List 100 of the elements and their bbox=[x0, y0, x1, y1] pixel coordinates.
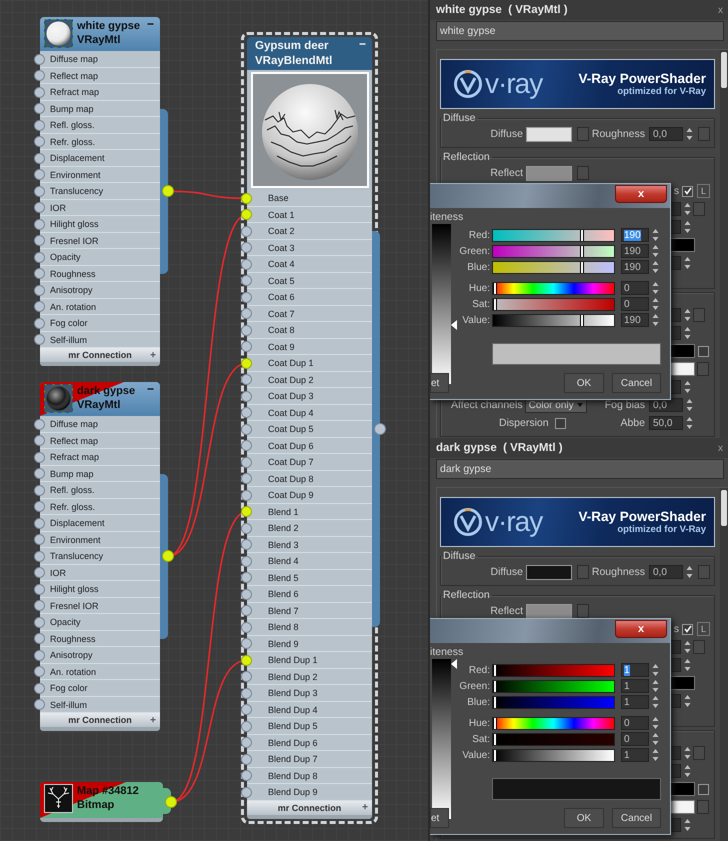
input-socket[interactable] bbox=[34, 584, 45, 594]
lock-button[interactable]: L bbox=[697, 184, 710, 198]
slot-row[interactable]: Bump map bbox=[34, 466, 160, 482]
plus-icon[interactable]: + bbox=[362, 802, 368, 813]
input-socket[interactable] bbox=[241, 242, 252, 253]
slot-row[interactable]: Coat 4 bbox=[241, 256, 372, 272]
spinner-arrows-icon[interactable] bbox=[684, 326, 691, 340]
slot-row[interactable]: IOR bbox=[34, 200, 160, 216]
input-socket[interactable] bbox=[34, 136, 45, 147]
slot-row[interactable]: Refract map bbox=[34, 84, 160, 100]
spinner-arrows-icon[interactable] bbox=[684, 640, 691, 654]
slot-row[interactable]: Diffuse map bbox=[34, 51, 160, 68]
node-header[interactable]: Gypsum deer VRayBlendMtl − bbox=[247, 37, 372, 70]
close-button[interactable]: x bbox=[615, 620, 667, 638]
value-field[interactable]: 0 bbox=[621, 281, 649, 295]
slot-row[interactable]: Refl. gloss. bbox=[34, 482, 160, 498]
close-button[interactable]: x bbox=[716, 4, 725, 16]
color-swatch[interactable] bbox=[526, 604, 572, 618]
input-socket[interactable] bbox=[241, 671, 252, 682]
slot-row[interactable]: Fog color bbox=[34, 680, 160, 696]
slot-row[interactable]: Translucency bbox=[34, 183, 160, 200]
input-socket[interactable] bbox=[241, 358, 252, 368]
dialog-button[interactable]: Cancel bbox=[612, 808, 661, 828]
spinner-arrows-icon[interactable] bbox=[684, 380, 691, 394]
close-button[interactable]: x bbox=[716, 442, 725, 454]
input-socket[interactable] bbox=[241, 605, 252, 616]
spinner-arrows-icon[interactable] bbox=[652, 244, 659, 258]
input-socket[interactable] bbox=[241, 275, 252, 286]
slot-row[interactable]: Blend 8 bbox=[241, 619, 372, 636]
color-swatch[interactable] bbox=[526, 126, 572, 142]
value-field[interactable]: 0 bbox=[621, 716, 649, 730]
slot-row[interactable]: Blend Dup 4 bbox=[241, 702, 372, 718]
input-socket[interactable] bbox=[241, 473, 252, 484]
color-swatch[interactable] bbox=[526, 166, 572, 180]
input-socket[interactable] bbox=[34, 600, 45, 611]
slot-row[interactable]: Coat 2 bbox=[241, 223, 372, 240]
slot-row[interactable]: Blend 2 bbox=[241, 520, 372, 536]
slot-row[interactable]: Coat 8 bbox=[241, 322, 372, 338]
slot-row[interactable]: Hilight gloss bbox=[34, 581, 160, 598]
input-socket[interactable] bbox=[241, 522, 252, 534]
value-field[interactable]: 190 bbox=[621, 244, 649, 258]
channel-slider[interactable] bbox=[492, 696, 615, 708]
input-socket[interactable] bbox=[34, 252, 45, 262]
checkbox[interactable] bbox=[698, 346, 709, 356]
input-socket[interactable] bbox=[241, 490, 252, 500]
spinner-arrows-icon[interactable] bbox=[686, 398, 693, 412]
input-socket[interactable] bbox=[34, 218, 45, 230]
input-socket[interactable] bbox=[34, 468, 45, 479]
slot-row[interactable]: Blend Dup 7 bbox=[241, 751, 372, 768]
spinner-arrows-icon[interactable] bbox=[684, 220, 691, 234]
number-field[interactable]: 0,0 bbox=[649, 565, 683, 579]
input-socket[interactable] bbox=[241, 324, 252, 336]
slider-thumb[interactable] bbox=[493, 734, 497, 744]
input-socket[interactable] bbox=[34, 484, 45, 496]
slot-row[interactable]: Roughness bbox=[34, 630, 160, 647]
slider-thumb[interactable] bbox=[580, 262, 584, 272]
input-socket[interactable] bbox=[34, 567, 45, 578]
spinner-arrows-icon[interactable] bbox=[684, 746, 691, 760]
value-field[interactable]: 0 bbox=[621, 297, 649, 311]
slot-row[interactable]: Reflect map bbox=[34, 68, 160, 84]
spinner-arrows-icon[interactable] bbox=[686, 127, 693, 141]
name-field[interactable]: white gypse bbox=[436, 21, 724, 41]
channel-slider[interactable] bbox=[492, 732, 615, 746]
slot-row[interactable]: Coat Dup 5 bbox=[241, 421, 372, 438]
input-socket[interactable] bbox=[241, 424, 252, 434]
slot-row[interactable]: Blend 5 bbox=[241, 570, 372, 586]
slot-row[interactable]: Coat Dup 2 bbox=[241, 372, 372, 388]
input-socket[interactable] bbox=[241, 622, 252, 632]
input-socket[interactable] bbox=[34, 152, 45, 164]
input-socket[interactable] bbox=[241, 638, 252, 649]
spinner-arrows-icon[interactable] bbox=[652, 260, 659, 274]
slot-row[interactable]: Translucency bbox=[34, 548, 160, 564]
input-socket[interactable] bbox=[34, 501, 45, 512]
spinner-arrows-icon[interactable] bbox=[684, 658, 691, 672]
spinner-arrows-icon[interactable] bbox=[684, 202, 691, 216]
slot-row[interactable]: Coat Dup 6 bbox=[241, 438, 372, 454]
input-socket[interactable] bbox=[34, 120, 45, 130]
input-socket[interactable] bbox=[241, 654, 252, 666]
channel-slider[interactable] bbox=[492, 314, 615, 326]
dialog-button[interactable]: OK bbox=[564, 373, 604, 393]
input-socket[interactable] bbox=[241, 341, 252, 352]
slot-row[interactable]: Coat Dup 1 bbox=[241, 355, 372, 372]
input-socket[interactable] bbox=[241, 506, 252, 517]
close-button[interactable]: x bbox=[615, 185, 667, 203]
input-socket[interactable] bbox=[34, 284, 45, 296]
slider-thumb[interactable] bbox=[493, 680, 498, 692]
slot-row[interactable]: Roughness bbox=[34, 266, 160, 282]
input-socket[interactable] bbox=[34, 616, 45, 628]
slot-row[interactable]: Coat 1 bbox=[241, 206, 372, 223]
slot-row[interactable]: Environment bbox=[34, 166, 160, 183]
input-socket[interactable] bbox=[34, 70, 45, 81]
input-socket[interactable] bbox=[241, 292, 252, 302]
channel-slider[interactable] bbox=[492, 282, 615, 294]
slider-thumb[interactable] bbox=[580, 314, 584, 326]
collapse-button[interactable]: − bbox=[144, 384, 156, 394]
color-swatch[interactable] bbox=[526, 564, 572, 580]
input-socket[interactable] bbox=[241, 556, 252, 566]
slider-thumb[interactable] bbox=[493, 298, 497, 310]
slider-thumb[interactable] bbox=[493, 718, 497, 728]
slot-row[interactable]: Coat Dup 9 bbox=[241, 487, 372, 504]
